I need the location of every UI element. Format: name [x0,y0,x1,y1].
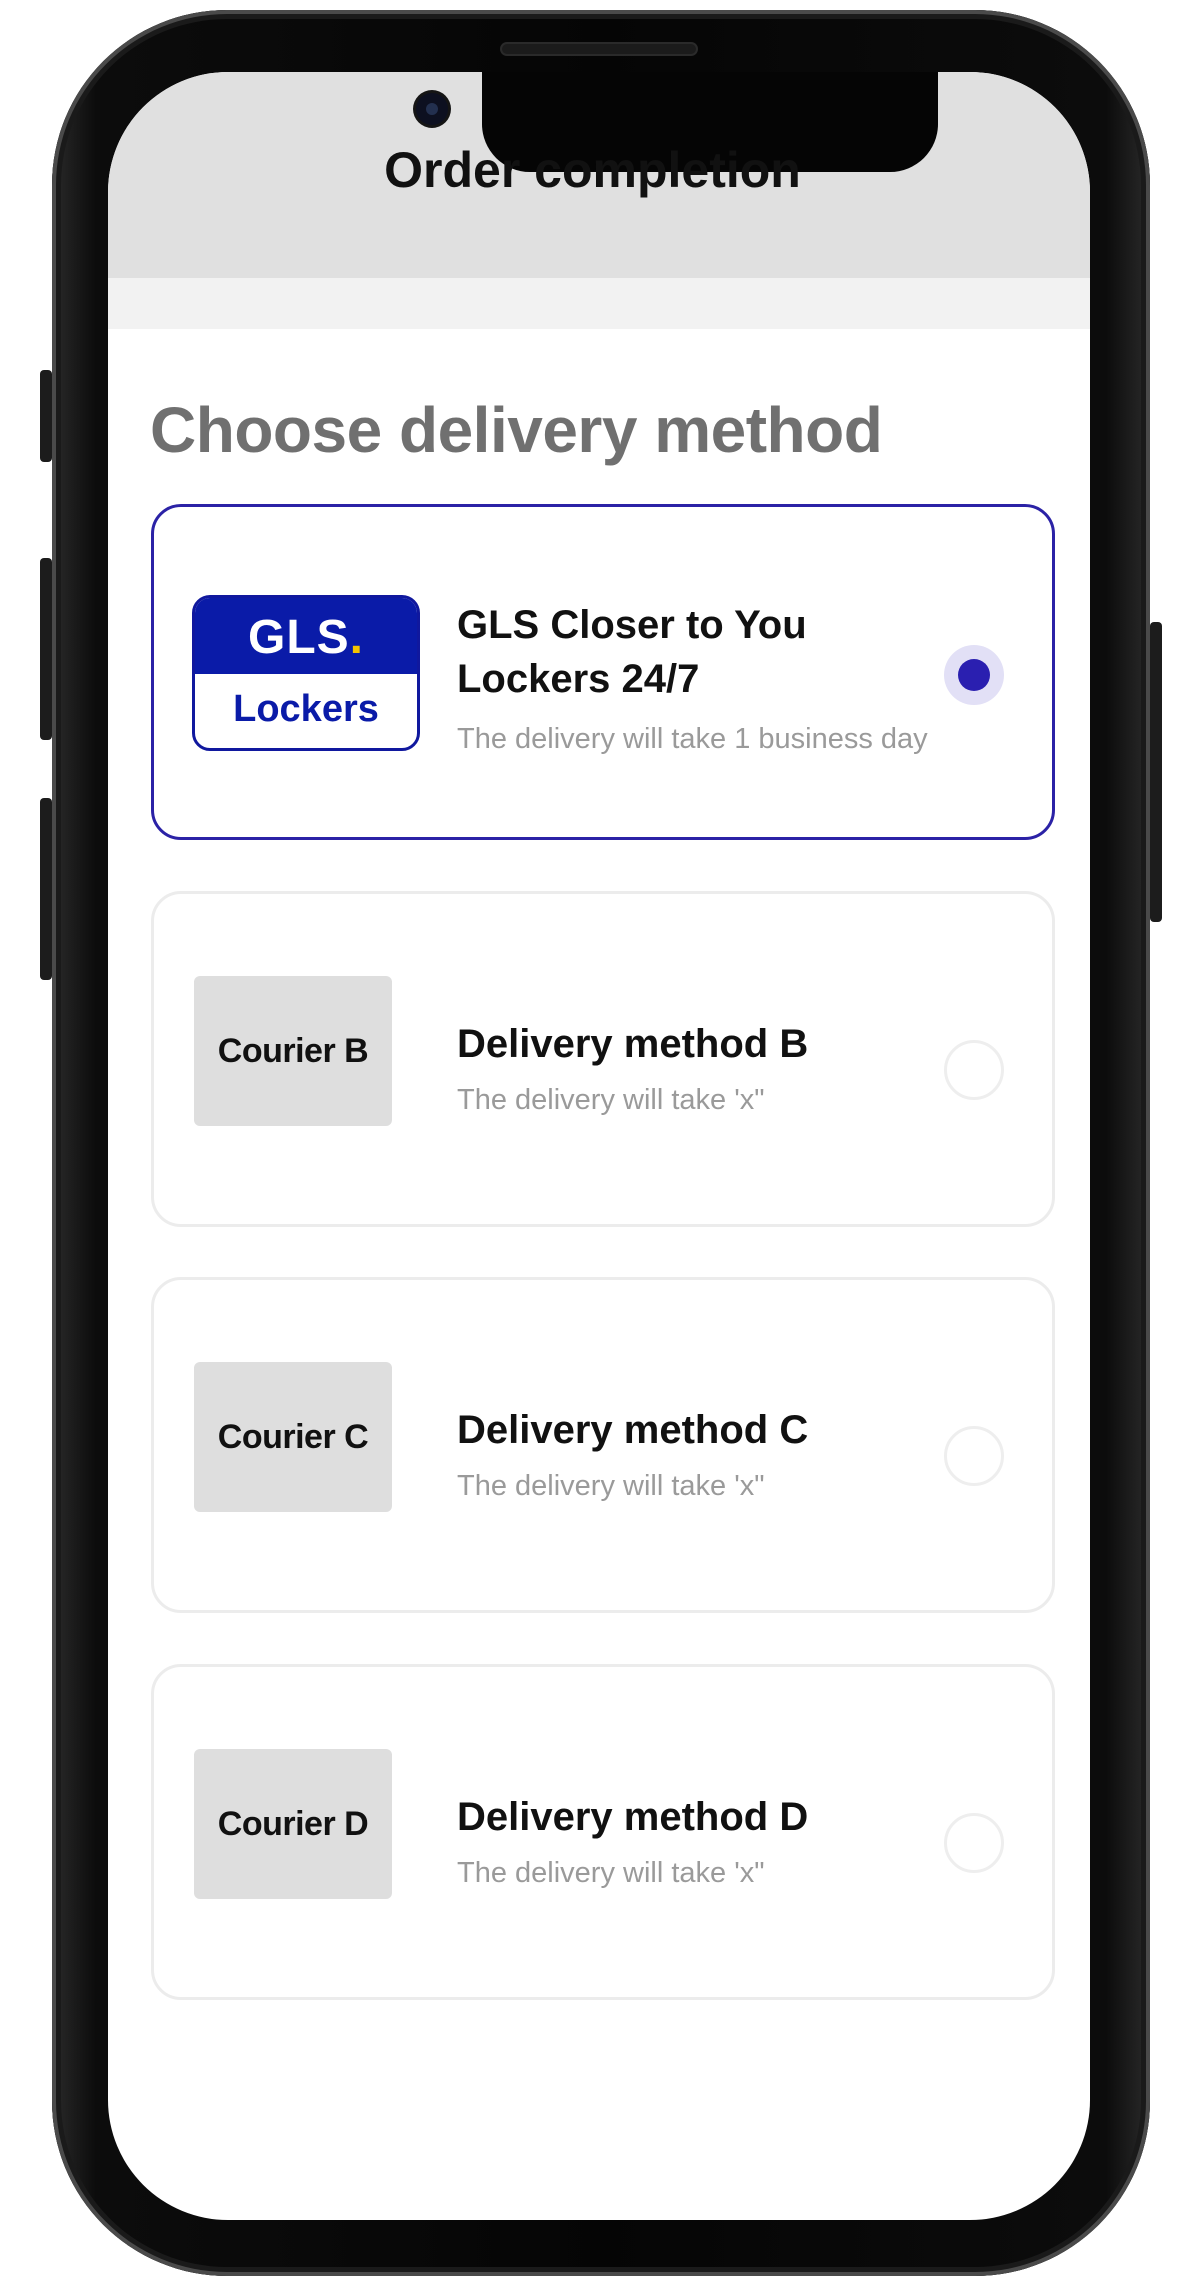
radio-button-selected[interactable] [944,645,1004,705]
phone-side-button-volume-down [40,798,52,980]
delivery-option-c[interactable]: Courier C Delivery method C The delivery… [151,1277,1055,1613]
phone-side-button-power [1150,622,1162,922]
header-divider-band [108,278,1090,329]
phone-side-button-silent [40,370,52,462]
courier-b-logo: Courier B [194,976,392,1126]
radio-button[interactable] [944,1426,1004,1486]
option-description: The delivery will take 'x" [457,1857,765,1889]
option-title-line2: Lockers 24/7 [457,657,700,701]
delivery-option-b[interactable]: Courier B Delivery method B The delivery… [151,891,1055,1227]
option-title: Delivery method B [457,1022,809,1066]
option-title: Delivery method C [457,1408,809,1452]
camera-icon [416,93,448,125]
option-description: The delivery will take 1 business day [457,723,928,755]
gls-logo-wordmark: GLS. [195,598,417,674]
option-description: The delivery will take 'x" [457,1470,765,1502]
courier-c-logo: Courier C [194,1362,392,1512]
section-title: Choose delivery method [150,394,883,466]
option-title: Delivery method D [457,1795,809,1839]
page-title: Order completion [384,142,801,198]
option-description: The delivery will take 'x" [457,1084,765,1116]
gls-lockers-logo: GLS. Lockers [192,595,420,751]
radio-button[interactable] [944,1813,1004,1873]
gls-logo-dot: . [349,611,364,664]
radio-button[interactable] [944,1040,1004,1100]
gls-logo-subtitle: Lockers [233,688,379,730]
phone-side-button-volume-up [40,558,52,740]
courier-d-logo: Courier D [194,1749,392,1899]
option-title-line1: GLS Closer to You [457,603,807,647]
delivery-option-gls-lockers[interactable]: GLS. Lockers GLS Closer to You Lockers 2… [151,504,1055,840]
phone-speaker [502,44,696,54]
delivery-option-d[interactable]: Courier D Delivery method D The delivery… [151,1664,1055,2000]
